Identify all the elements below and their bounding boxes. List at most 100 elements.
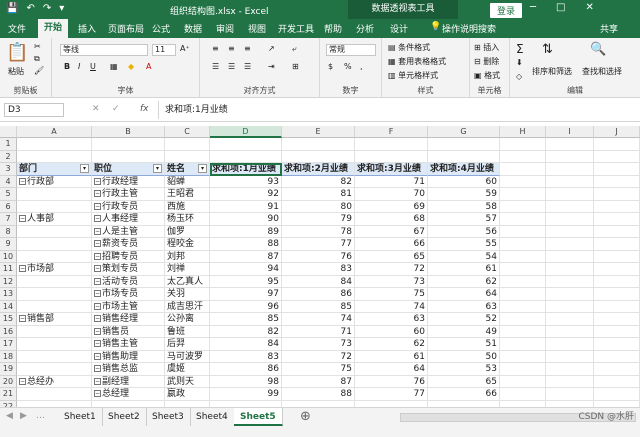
sheet-tab-sheet5[interactable]: Sheet5 — [234, 408, 283, 426]
column-header-H[interactable]: H — [500, 126, 546, 138]
empty-cell[interactable] — [546, 163, 594, 176]
row-header[interactable]: 8 — [0, 225, 17, 238]
value-cell[interactable]: 79 — [282, 213, 355, 226]
empty-cell[interactable] — [500, 163, 546, 176]
value-cell[interactable]: 81 — [282, 188, 355, 201]
grow-font-icon[interactable]: A⁺ — [180, 44, 190, 53]
value-cell[interactable]: 85 — [282, 300, 355, 313]
pivot-header-cell[interactable]: 姓名 ▾ — [165, 163, 210, 176]
empty-cell[interactable] — [165, 138, 210, 151]
column-header-G[interactable]: G — [428, 126, 500, 138]
column-header-E[interactable]: E — [282, 126, 355, 138]
position-cell[interactable]: − 销售经理 — [92, 313, 165, 326]
empty-cell[interactable] — [546, 150, 594, 163]
empty-cell[interactable] — [546, 300, 594, 313]
fill-color-icon[interactable]: ◆ — [128, 62, 134, 71]
row-header[interactable]: 20 — [0, 375, 17, 388]
align-right-icon[interactable]: ☰ — [244, 62, 251, 71]
filter-dropdown-icon[interactable]: ▾ — [80, 164, 89, 173]
find-select-icon[interactable]: 🔍 — [590, 42, 606, 57]
empty-cell[interactable] — [546, 188, 594, 201]
column-header-I[interactable]: I — [546, 126, 594, 138]
empty-cell[interactable] — [594, 375, 640, 388]
row-header[interactable]: 14 — [0, 300, 17, 313]
name-cell[interactable]: 关羽 — [165, 288, 210, 301]
empty-cell[interactable] — [92, 150, 165, 163]
collapse-icon[interactable]: − — [94, 302, 101, 310]
value-cell[interactable]: 73 — [282, 338, 355, 351]
pivot-header-cell[interactable]: 求和项:1月业绩 — [210, 163, 282, 176]
empty-cell[interactable] — [594, 238, 640, 251]
name-cell[interactable]: 刘邦 — [165, 250, 210, 263]
value-cell[interactable]: 77 — [282, 238, 355, 251]
align-middle-icon[interactable]: ≡ — [228, 44, 235, 53]
save-icon[interactable]: 💾 — [6, 3, 18, 14]
value-cell[interactable]: 76 — [282, 250, 355, 263]
position-cell[interactable]: − 薪资专员 — [92, 238, 165, 251]
position-cell[interactable]: − 活动专员 — [92, 275, 165, 288]
value-cell[interactable]: 83 — [282, 263, 355, 276]
empty-cell[interactable] — [546, 350, 594, 363]
empty-cell[interactable] — [355, 150, 428, 163]
row-header[interactable]: 9 — [0, 238, 17, 251]
tab-data[interactable]: 数据 — [184, 22, 202, 35]
position-cell[interactable]: − 总经理 — [92, 388, 165, 401]
value-cell[interactable]: 61 — [355, 350, 428, 363]
empty-cell[interactable] — [210, 150, 282, 163]
value-cell[interactable]: 98 — [210, 375, 282, 388]
tab-page-layout[interactable]: 页面布局 — [108, 22, 144, 35]
dept-cell[interactable]: − 市场部 — [17, 263, 92, 276]
empty-cell[interactable] — [594, 338, 640, 351]
collapse-icon[interactable]: − — [94, 340, 101, 347]
value-cell[interactable]: 55 — [428, 238, 500, 251]
tab-design[interactable]: 设计 — [390, 22, 408, 35]
value-cell[interactable]: 85 — [210, 313, 282, 326]
dept-cell[interactable] — [17, 388, 92, 401]
value-cell[interactable]: 91 — [210, 200, 282, 213]
restore-icon[interactable]: □ — [556, 2, 565, 13]
align-top-icon[interactable]: ≡ — [212, 44, 219, 53]
value-cell[interactable]: 66 — [355, 238, 428, 251]
collapse-icon[interactable]: − — [94, 190, 101, 197]
row-header[interactable]: 5 — [0, 188, 17, 201]
collapse-icon[interactable]: − — [94, 202, 101, 210]
close-icon[interactable]: ✕ — [585, 2, 593, 13]
name-cell[interactable]: 刘禅 — [165, 263, 210, 276]
percent-icon[interactable]: % — [344, 62, 352, 71]
column-header-A[interactable]: A — [17, 126, 92, 138]
empty-cell[interactable] — [594, 213, 640, 226]
value-cell[interactable]: 93 — [210, 175, 282, 188]
value-cell[interactable]: 52 — [428, 313, 500, 326]
collapse-icon[interactable]: − — [19, 265, 26, 272]
dept-cell[interactable]: − 人事部 — [17, 213, 92, 226]
tab-help[interactable]: 帮助 — [324, 22, 342, 35]
pivot-header-cell[interactable]: 职位 ▾ — [92, 163, 165, 176]
name-cell[interactable]: 太乙真人 — [165, 275, 210, 288]
tab-review[interactable]: 审阅 — [216, 22, 234, 35]
position-cell[interactable]: − 副经理 — [92, 375, 165, 388]
value-cell[interactable]: 54 — [428, 250, 500, 263]
name-box[interactable]: D3 — [4, 103, 64, 117]
share-button[interactable]: 共享 — [600, 22, 618, 35]
value-cell[interactable]: 89 — [210, 225, 282, 238]
sheet-tab-sheet3[interactable]: Sheet3 — [146, 408, 191, 426]
column-header-B[interactable]: B — [92, 126, 165, 138]
value-cell[interactable]: 62 — [428, 275, 500, 288]
empty-cell[interactable] — [546, 263, 594, 276]
empty-cell[interactable] — [500, 288, 546, 301]
empty-cell[interactable] — [428, 150, 500, 163]
dept-cell[interactable] — [17, 300, 92, 313]
empty-cell[interactable] — [594, 275, 640, 288]
empty-cell[interactable] — [500, 263, 546, 276]
empty-cell[interactable] — [500, 188, 546, 201]
position-cell[interactable]: − 人是主管 — [92, 225, 165, 238]
font-name-select[interactable]: 等线 — [60, 44, 148, 56]
empty-cell[interactable] — [594, 188, 640, 201]
delete-cells-button[interactable]: ⊟ 删除 — [474, 56, 499, 67]
row-header[interactable]: 4 — [0, 175, 17, 188]
number-format-select[interactable]: 常规 — [326, 44, 376, 56]
empty-cell[interactable] — [282, 138, 355, 151]
empty-cell[interactable] — [546, 338, 594, 351]
minimize-icon[interactable]: ─ — [530, 2, 536, 13]
position-cell[interactable]: − 行政主管 — [92, 188, 165, 201]
